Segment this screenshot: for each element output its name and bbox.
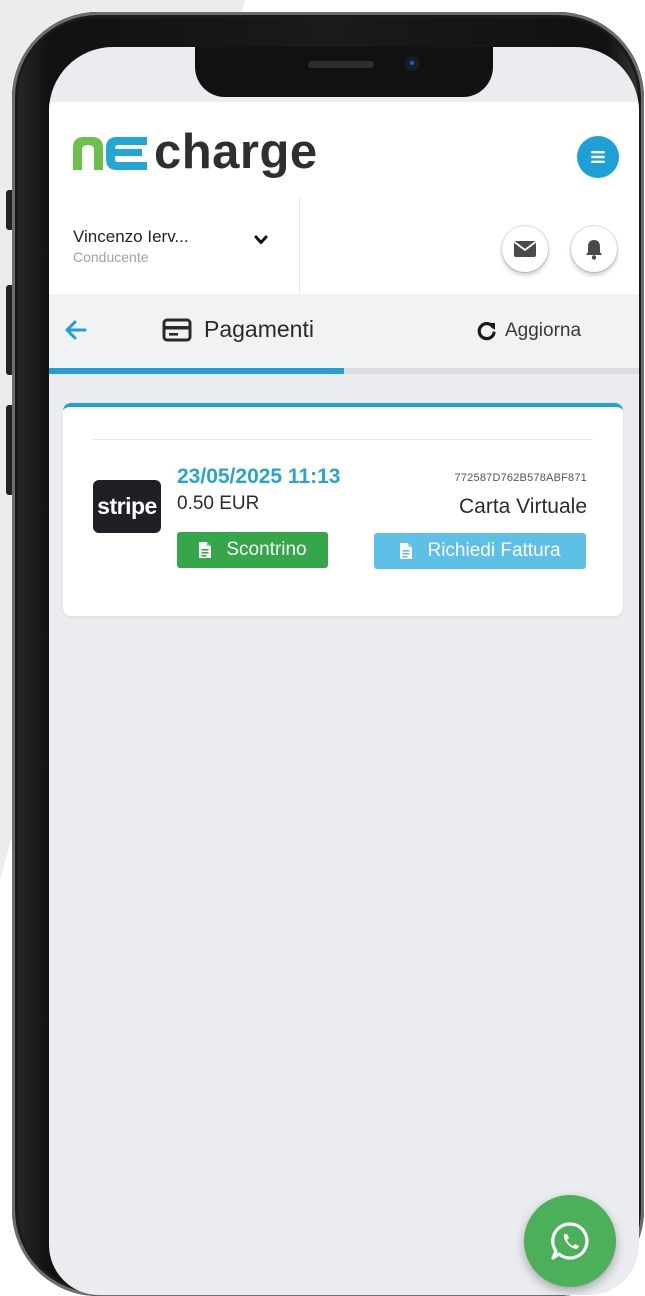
brand-logo: charge bbox=[70, 127, 318, 177]
progress-bar bbox=[49, 368, 639, 374]
phone-camera bbox=[407, 58, 418, 69]
messages-button[interactable] bbox=[502, 226, 548, 272]
document-icon bbox=[199, 542, 212, 558]
me-logo-icon bbox=[73, 137, 147, 170]
refresh-label: Aggiorna bbox=[505, 320, 582, 341]
divider bbox=[299, 197, 300, 294]
phone-speaker bbox=[308, 61, 374, 68]
notifications-button[interactable] bbox=[571, 226, 617, 272]
menu-button[interactable] bbox=[577, 136, 619, 178]
request-invoice-button[interactable]: Richiedi Fattura bbox=[374, 533, 586, 569]
envelope-icon bbox=[513, 241, 537, 257]
chevron-down-icon[interactable] bbox=[253, 232, 269, 248]
receipt-label: Scontrino bbox=[226, 539, 307, 560]
progress-fill bbox=[49, 368, 344, 374]
app-header: charge bbox=[49, 102, 639, 198]
payment-amount: 0.50 EUR bbox=[177, 493, 260, 514]
user-role: Conducente bbox=[73, 249, 149, 265]
brand-name: charge bbox=[154, 125, 318, 179]
receipt-button[interactable]: Scontrino bbox=[177, 532, 328, 568]
bell-icon bbox=[586, 240, 602, 260]
tab-payments[interactable]: Pagamenti bbox=[162, 316, 314, 343]
page-toolbar: Pagamenti Aggiorna bbox=[49, 294, 639, 374]
page-title: Pagamenti bbox=[204, 316, 314, 342]
payment-method: Carta Virtuale bbox=[458, 495, 587, 518]
whatsapp-chat-button[interactable] bbox=[524, 1195, 616, 1287]
user-name: Vincenzo Ierv... bbox=[73, 227, 189, 246]
refresh-icon bbox=[477, 322, 496, 341]
payment-date: 23/05/2025 11:13 bbox=[177, 465, 341, 488]
transaction-id: 772587D762B578ABF871 bbox=[454, 472, 587, 484]
whatsapp-icon bbox=[551, 1222, 589, 1260]
user-bar: Vincenzo Ierv... Conducente bbox=[49, 197, 639, 295]
payment-card: stripe 23/05/2025 11:13 0.50 EUR 772587D… bbox=[63, 403, 623, 616]
phone-notch bbox=[195, 47, 493, 97]
credit-card-icon bbox=[162, 318, 192, 341]
phone-frame: charge Vincenzo Ierv... Conducente Pagam… bbox=[12, 12, 644, 1296]
hamburger-menu-icon bbox=[591, 151, 605, 163]
document-icon bbox=[400, 543, 413, 559]
arrow-left-icon[interactable] bbox=[63, 317, 89, 343]
invoice-label: Richiedi Fattura bbox=[427, 540, 561, 561]
refresh-button[interactable]: Aggiorna bbox=[477, 320, 581, 342]
phone-screen: charge Vincenzo Ierv... Conducente Pagam… bbox=[49, 47, 639, 1295]
divider bbox=[93, 439, 593, 440]
stripe-logo: stripe bbox=[93, 480, 161, 533]
